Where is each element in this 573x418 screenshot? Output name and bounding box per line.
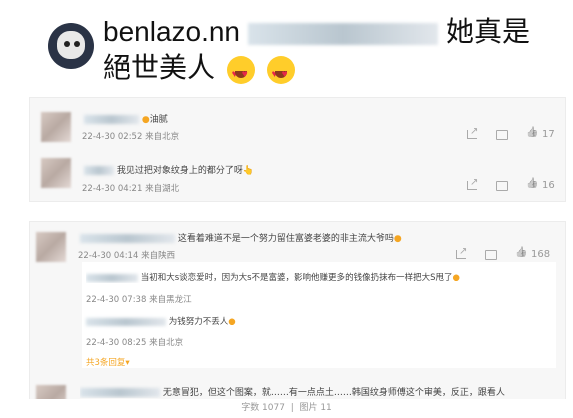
comment-1-actions: 17 <box>466 126 555 140</box>
reply-1-meta: 22-4-30 07:38 来自黑龙江 <box>86 293 192 305</box>
blurred-name <box>86 317 166 326</box>
post-title-line1: benlazo.nn 她真是 <box>103 16 530 48</box>
commenter-avatar[interactable] <box>41 112 71 142</box>
reply-2-line: 为钱努力不丢人● <box>86 315 236 327</box>
comment-1-likes: 17 <box>542 128 555 140</box>
post-title-line2: 絕世美人 <box>103 52 295 91</box>
comment-4-text: 无意冒犯，但这个图案，就……有一点点土……韩国纹身师傅这个审美，反正，跟看人 <box>162 388 505 398</box>
post-text-suffix: 她真是 <box>446 16 531 47</box>
reply-1-location: 来自黑龙江 <box>149 295 192 305</box>
blurred-name <box>80 234 175 243</box>
comment-2-actions: 16 <box>466 177 555 191</box>
reply-1-time: 22-4-30 07:38 <box>86 295 147 305</box>
thumbs-up-icon <box>526 179 538 191</box>
comment-icon[interactable] <box>485 250 497 260</box>
avatar[interactable] <box>48 23 94 69</box>
avatar-face <box>57 31 85 59</box>
reply-1-line: 当初和大s谈恋爱时，因为大s不是富婆，影响他赚更多的钱像扔抹布一样把大S甩了● <box>86 271 546 283</box>
like-button[interactable]: 17 <box>526 128 555 140</box>
comment-2-line: 我见过把对象纹身上的都分了呀👆 <box>84 163 254 176</box>
comment-3-text: 这看着难道不是一个努力留住富婆老婆的非主流大爷吗 <box>177 234 394 244</box>
blurred-name <box>86 273 138 282</box>
image-index: 图片 11 <box>299 403 332 413</box>
footer-separator: | <box>290 403 294 413</box>
blurred-name <box>80 388 160 397</box>
comment-1-time: 22-4-30 02:52 <box>82 132 143 142</box>
comment-1-meta: 22-4-30 02:52 来自北京 <box>82 130 179 142</box>
comment-2-location: 来自湖北 <box>145 184 180 194</box>
username[interactable]: benlazo.nn <box>103 16 240 47</box>
like-button[interactable]: 168 <box>515 248 550 260</box>
like-button[interactable]: 16 <box>526 179 555 191</box>
comment-4-line: 无意冒犯，但这个图案，就……有一点点土……韩国纹身师傅这个审美，反正，跟看人 <box>80 385 560 398</box>
comment-2-text: 我见过把对象纹身上的都分了呀 <box>116 166 243 176</box>
comment-3-location: 来自陕西 <box>141 251 176 261</box>
avatar-eye-right <box>74 41 80 47</box>
comment-1-location: 来自北京 <box>145 132 180 142</box>
commenter-avatar[interactable] <box>41 158 71 188</box>
thumbs-up-icon <box>526 128 538 140</box>
word-count: 字数 1077 <box>241 403 285 413</box>
comment-3-time: 22-4-30 04:14 <box>78 251 139 261</box>
comment-3-actions: 168 <box>455 246 550 260</box>
reply-2-location: 来自北京 <box>149 338 184 348</box>
reply-2-meta: 22-4-30 08:25 来自北京 <box>86 336 183 348</box>
reply-1-text: 当初和大s谈恋爱时，因为大s不是富婆，影响他赚更多的钱像扔抹布一样把大S甩了 <box>140 273 453 283</box>
share-icon[interactable] <box>466 177 478 191</box>
post-text-line2: 絕世美人 <box>103 52 216 83</box>
post-header: benlazo.nn 她真是 絕世美人 <box>0 0 573 96</box>
heart-eyes-emoji-icon <box>226 55 255 91</box>
blurred-name <box>84 166 114 175</box>
comment-icon[interactable] <box>496 181 508 191</box>
more-replies-link[interactable]: 共3条回复▾ <box>86 356 130 368</box>
comment-1-line: ●油腻 <box>84 112 168 125</box>
heart-eyes-emoji-icon <box>266 55 295 91</box>
footer-bar: 字数 1077 | 图片 11 <box>0 399 573 418</box>
comment-2-likes: 16 <box>542 179 555 191</box>
more-replies-label: 共3条回复 <box>86 358 126 368</box>
share-icon[interactable] <box>455 246 467 260</box>
comment-2-time: 22-4-30 04:21 <box>82 184 143 194</box>
comment-icon[interactable] <box>496 130 508 140</box>
share-icon[interactable] <box>466 126 478 140</box>
avatar-eye-left <box>64 41 70 47</box>
comment-3-likes: 168 <box>531 248 551 260</box>
comment-2-meta: 22-4-30 04:21 来自湖北 <box>82 182 179 194</box>
thumbs-up-icon <box>515 248 527 260</box>
comment-3-meta: 22-4-30 04:14 来自陕西 <box>78 249 175 261</box>
comment-1-text: 油腻 <box>149 115 168 125</box>
reply-2-text: 为钱努力不丢人 <box>168 317 229 327</box>
blurred-text <box>248 22 439 45</box>
reply-2-time: 22-4-30 08:25 <box>86 338 147 348</box>
chevron-down-icon: ▾ <box>125 358 130 368</box>
commenter-avatar[interactable] <box>36 232 66 262</box>
comment-3-line: 这看着难道不是一个努力留住富婆老婆的非主流大爷吗● <box>80 231 530 244</box>
blurred-name <box>84 115 139 124</box>
